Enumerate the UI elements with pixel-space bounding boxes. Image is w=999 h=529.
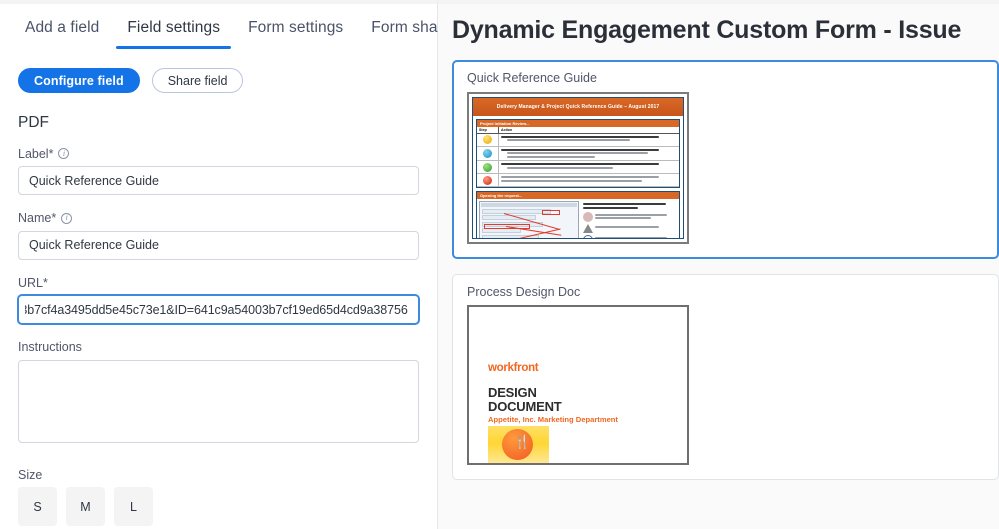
- pdf-cover-content: workfront DESIGN DOCUMENT Appetite, Inc.…: [488, 362, 618, 463]
- name-caption: Name* i: [18, 212, 419, 225]
- pdf-row-text: [499, 174, 679, 186]
- instructions-field-group: Instructions: [18, 341, 419, 448]
- url-caption-text: URL*: [18, 275, 48, 290]
- document-field-label: Process Design Doc: [467, 284, 581, 299]
- configure-field-label: Configure field: [34, 73, 124, 88]
- pdf-banner-title: Delivery Manager & Project Quick Referen…: [473, 97, 683, 116]
- pdf-col-step: Step: [477, 126, 499, 133]
- pdf-section-one: Project Initiation Review... Step Action: [476, 118, 680, 189]
- tab-label: Form settings: [248, 19, 344, 36]
- field-settings-panel: Add a field Field settings Form settings…: [0, 0, 464, 529]
- pdf-table-row: [477, 161, 679, 175]
- pdf-cover-title-line2: DOCUMENT: [488, 398, 562, 414]
- tab-label: Add a field: [25, 19, 100, 36]
- pdf-thumbnail-process-design-doc[interactable]: workfront DESIGN DOCUMENT Appetite, Inc.…: [467, 305, 689, 465]
- instructions-caption: Instructions: [18, 341, 419, 354]
- tab-form-settings[interactable]: Form settings: [234, 4, 357, 49]
- share-field-button[interactable]: Share field: [151, 68, 244, 93]
- document-field-card-quick-reference-guide[interactable]: Quick Reference Guide Delivery Manager &…: [452, 60, 999, 259]
- url-input[interactable]: [18, 295, 419, 324]
- field-action-buttons: Configure field Share field: [0, 52, 437, 93]
- name-caption-text: Name*: [18, 211, 57, 225]
- label-input[interactable]: [18, 166, 419, 195]
- size-field-group: Size S M L: [18, 467, 419, 526]
- workfront-logo: workfront: [488, 362, 539, 374]
- approval-icon: [477, 161, 499, 174]
- pdf-section-one-header: Project Initiation Review...: [477, 119, 679, 127]
- size-medium-button[interactable]: M: [66, 487, 105, 526]
- magnifier-icon: [583, 235, 593, 238]
- url-field-group: URL*: [18, 275, 419, 324]
- info-icon[interactable]: i: [58, 148, 70, 160]
- pdf-cover-subtitle: Appetite, Inc. Marketing Department: [488, 414, 618, 424]
- warning-icon: [583, 224, 593, 234]
- size-caption: Size: [18, 467, 419, 482]
- pdf-thumbnail-quick-reference-guide[interactable]: Delivery Manager & Project Quick Referen…: [467, 91, 689, 244]
- form-builder-screen: Add a field Field settings Form settings…: [0, 0, 999, 529]
- pdf-table-row: [477, 174, 679, 188]
- pdf-row-text: [499, 161, 679, 173]
- document-field-label: Quick Reference Guide: [467, 71, 597, 85]
- size-large-button[interactable]: L: [114, 487, 153, 526]
- name-input[interactable]: [18, 230, 419, 260]
- tab-field-settings[interactable]: Field settings: [113, 4, 234, 49]
- stop-icon: [477, 174, 499, 187]
- tab-add-a-field[interactable]: Add a field: [11, 4, 113, 49]
- configure-field-button[interactable]: Configure field: [18, 68, 140, 93]
- pdf-section-two-body: [477, 199, 679, 238]
- label-caption: Label* i: [18, 146, 419, 161]
- field-form: PDF Label* i Name* i URL*: [0, 115, 437, 526]
- form-preview-panel: Dynamic Engagement Custom Form - Issue Q…: [438, 0, 999, 529]
- pdf-row-text: [499, 134, 679, 146]
- field-type-heading: PDF: [18, 114, 49, 131]
- pdf-steps-list: [581, 201, 677, 238]
- document-field-card-process-design-doc[interactable]: Process Design Doc workfront DESIGN DOCU…: [452, 273, 999, 480]
- size-small-button[interactable]: S: [18, 487, 57, 526]
- pdf-section-two: Opening the request...: [476, 191, 680, 238]
- pdf-table-header: Step Action: [477, 126, 679, 134]
- pdf-screenshot-figure: [479, 201, 579, 238]
- clock-icon: [583, 212, 593, 223]
- size-button-group: S M L: [18, 487, 419, 526]
- label-field-group: Label* i: [18, 146, 419, 195]
- pdf-page: Delivery Manager & Project Quick Referen…: [472, 96, 684, 239]
- pdf-row-text: [499, 147, 679, 161]
- size-caption-text: Size: [18, 467, 43, 482]
- refresh-icon: [477, 146, 499, 161]
- pdf-section-two-header: Opening the request...: [477, 192, 679, 200]
- fork-knife-icon: 🍴: [514, 435, 531, 451]
- appetite-logo-badge: 🍴: [488, 426, 549, 463]
- pdf-cover-title-line1: DESIGN: [488, 384, 537, 400]
- instructions-caption-text: Instructions: [18, 340, 82, 354]
- lightbulb-icon: [477, 133, 499, 146]
- share-field-label: Share field: [167, 73, 228, 88]
- pdf-cover-title: DESIGN DOCUMENT: [488, 384, 618, 414]
- url-caption: URL*: [18, 275, 419, 290]
- pdf-col-action: Action: [501, 127, 513, 132]
- pdf-table-row: [477, 146, 679, 162]
- name-field-group: Name* i: [18, 212, 419, 260]
- info-icon[interactable]: i: [61, 212, 73, 224]
- label-caption-text: Label*: [18, 146, 54, 161]
- pdf-table-row: [477, 133, 679, 147]
- tab-bar: Add a field Field settings Form settings…: [0, 4, 464, 52]
- instructions-textarea[interactable]: [18, 359, 419, 443]
- form-title: Dynamic Engagement Custom Form - Issue: [452, 16, 962, 44]
- tab-label: Field settings: [127, 19, 221, 36]
